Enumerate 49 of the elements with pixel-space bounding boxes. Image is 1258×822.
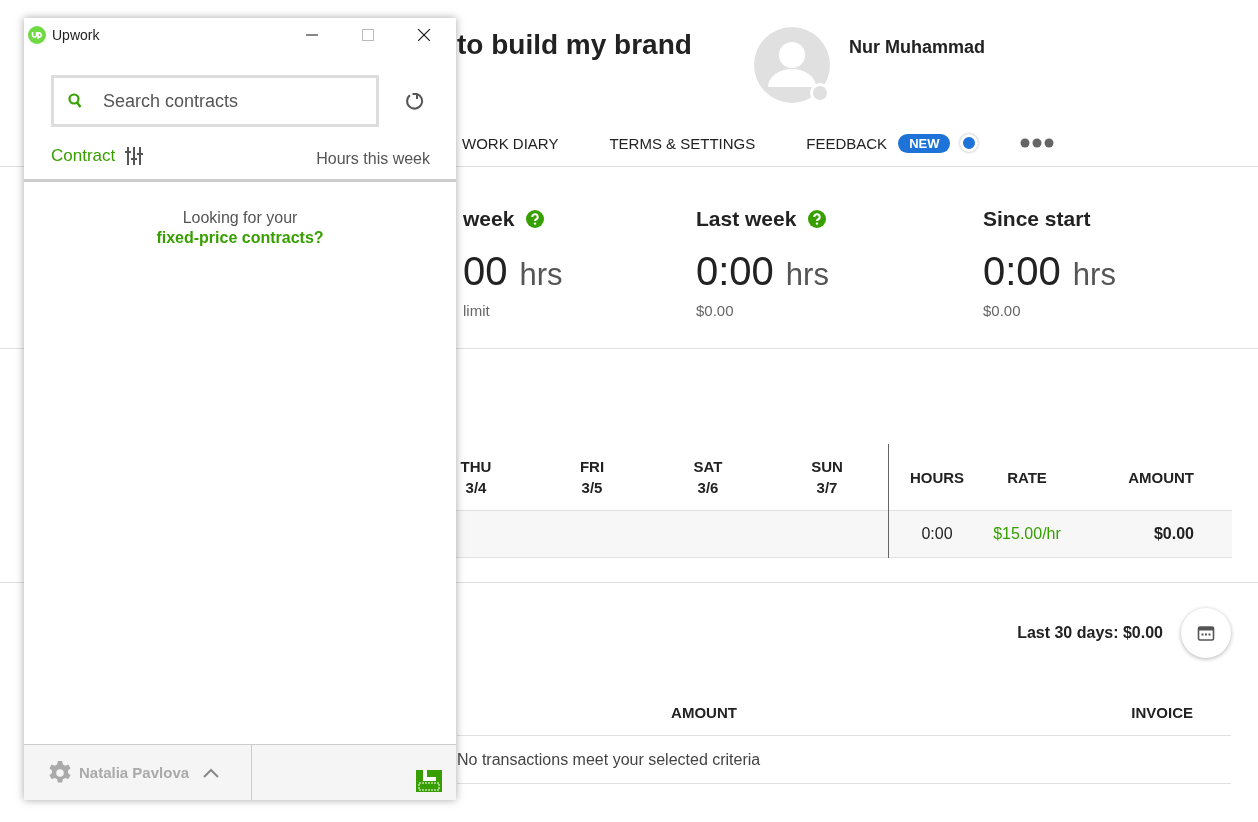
page-title: to build my brand (457, 28, 693, 62)
stat-value: 0:00 (696, 249, 774, 294)
stat-unit: hrs (785, 257, 829, 293)
day-header: SUN 3/7 (810, 457, 844, 498)
empty-message: No transactions meet your selected criteria (457, 750, 761, 769)
search-field[interactable]: Search contracts (51, 75, 379, 127)
rate-cell: $15.00/hr (985, 510, 1069, 558)
calendar-icon (1197, 624, 1215, 642)
new-badge: NEW (898, 133, 951, 153)
stat-heading: week (463, 207, 515, 231)
avatar-icon (754, 27, 830, 103)
stat-value: 0:00 (983, 249, 1061, 294)
window-title: Upwork (52, 27, 101, 43)
column-header: AMOUNT (1127, 468, 1195, 486)
stat-heading: Since start (983, 207, 1091, 231)
caret-icon (203, 767, 220, 778)
more-icon[interactable] (1020, 138, 1055, 148)
user-name: Nur Muhammad (849, 36, 985, 59)
column-header: RATE (1006, 468, 1048, 486)
column-header: HOURS (908, 468, 966, 486)
day-header: FRI 3/5 (578, 457, 606, 498)
filter-sliders-icon[interactable] (125, 147, 144, 165)
day-header: THU 3/4 (459, 457, 493, 498)
app-logo-icon (28, 26, 46, 44)
stat-unit: hrs (519, 257, 563, 293)
column-header: INVOICE (1130, 703, 1194, 721)
search-icon (68, 93, 82, 109)
stat-subtext: $0.00 (983, 302, 1022, 319)
stat-value: 00 (463, 249, 508, 294)
refresh-icon[interactable] (404, 91, 424, 111)
nav-link[interactable]: TERMS & SETTINGS (609, 134, 756, 152)
amount-cell: $0.00 (1069, 510, 1232, 558)
stat-subtext: $0.00 (696, 302, 735, 319)
hours-cell: 0:00 (889, 510, 985, 558)
stat-heading: Last week (696, 207, 797, 231)
column-header: AMOUNT (670, 703, 738, 721)
help-icon[interactable] (808, 210, 827, 228)
close-icon[interactable] (418, 29, 430, 41)
calendar-button[interactable] (1181, 608, 1231, 658)
nav-link[interactable]: FEEDBACK (806, 134, 888, 152)
earnings-summary: Last 30 days: $0.00 (1017, 624, 1163, 642)
chat-icon[interactable] (416, 766, 442, 792)
help-icon[interactable] (526, 210, 545, 228)
hours-column-label: Hours this week (316, 150, 430, 168)
nav-link[interactable]: WORK DIARY (462, 134, 559, 152)
empty-prompt: Looking for your (181, 208, 299, 228)
stat-unit: hrs (1072, 257, 1116, 293)
day-header: SAT 3/6 (692, 457, 724, 498)
stat-subtext: limit (463, 302, 491, 319)
